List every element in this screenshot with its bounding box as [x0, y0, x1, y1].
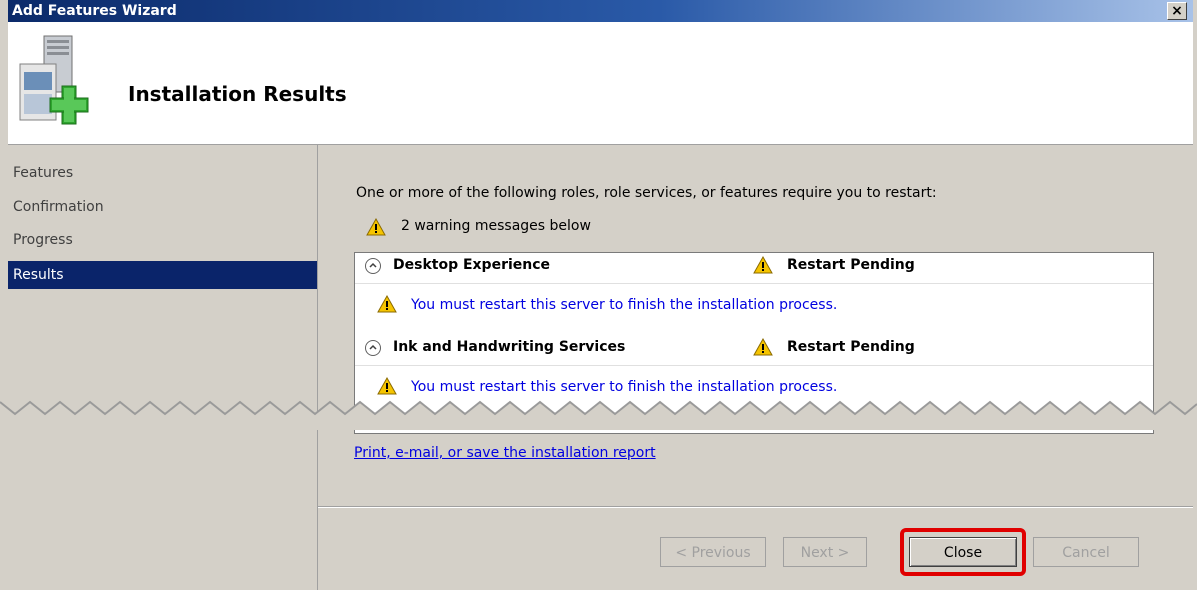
previous-button[interactable]: < Previous — [660, 537, 766, 567]
wizard-header: Installation Results — [8, 22, 1193, 145]
collapse-chevron-icon[interactable] — [365, 258, 381, 274]
results-pane: One or more of the following roles, role… — [318, 145, 1193, 590]
cancel-button[interactable]: Cancel — [1033, 537, 1139, 567]
button-bar-divider — [318, 506, 1193, 508]
warning-icon — [753, 338, 773, 356]
title-bar[interactable]: Add Features Wizard × — [8, 0, 1193, 22]
restart-intro-text: One or more of the following roles, role… — [356, 185, 937, 201]
step-results[interactable]: Results — [8, 261, 317, 289]
warning-icon — [366, 218, 386, 236]
window-title: Add Features Wizard — [12, 3, 177, 19]
result-message: You must restart this server to finish t… — [355, 293, 1153, 319]
row-divider — [355, 365, 1153, 366]
result-message-text: You must restart this server to finish t… — [411, 297, 838, 313]
result-row-desktop-experience[interactable]: Desktop Experience Restart Pending — [355, 253, 1153, 284]
row-divider — [355, 283, 1153, 284]
next-button[interactable]: Next > — [783, 537, 867, 567]
step-features[interactable]: Features — [8, 159, 317, 187]
warning-summary-text: 2 warning messages below — [401, 218, 591, 234]
page-title: Installation Results — [128, 82, 347, 106]
collapse-chevron-icon[interactable] — [365, 340, 381, 356]
feature-name: Ink and Handwriting Services — [393, 339, 626, 355]
result-row-ink-handwriting[interactable]: Ink and Handwriting Services Restart Pen… — [355, 335, 1153, 366]
step-progress[interactable]: Progress — [8, 226, 317, 254]
warning-icon — [753, 256, 773, 274]
window-close-button[interactable]: × — [1167, 2, 1187, 20]
installation-report-link[interactable]: Print, e-mail, or save the installation … — [354, 445, 656, 461]
step-confirmation[interactable]: Confirmation — [8, 193, 317, 221]
warning-icon — [377, 295, 397, 313]
screenshot-cut-separator — [0, 400, 1197, 430]
wizard-window: Add Features Wizard × Installation Resul… — [0, 0, 1197, 590]
feature-name: Desktop Experience — [393, 257, 551, 273]
close-button-highlight — [900, 528, 1026, 576]
feature-status: Restart Pending — [787, 339, 915, 355]
feature-status: Restart Pending — [787, 257, 915, 273]
server-add-icon — [19, 35, 89, 125]
wizard-step-nav: Features Confirmation Progress Results — [8, 145, 318, 590]
